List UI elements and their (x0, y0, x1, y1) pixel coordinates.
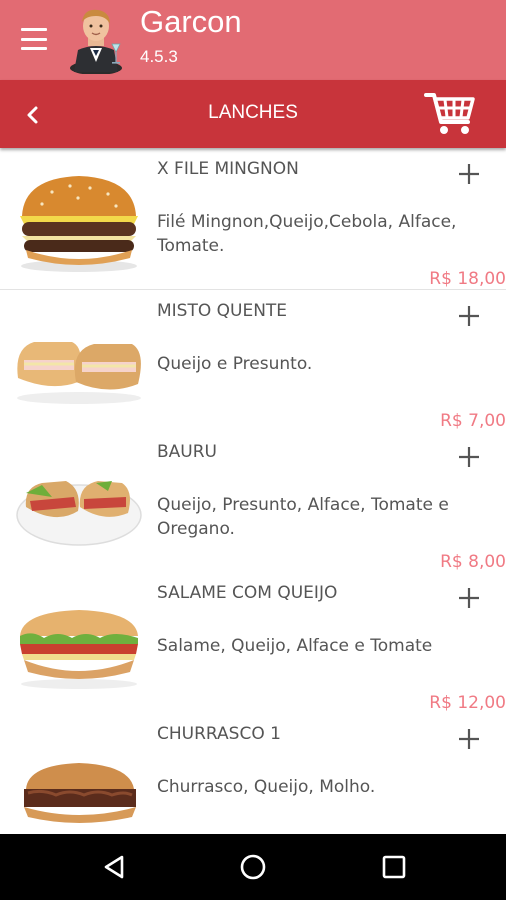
item-price: R$ 18,00 (429, 269, 506, 289)
list-item[interactable]: SALAME COM QUEIJO Salame, Queijo, Alface… (0, 572, 506, 714)
item-name: MISTO QUENTE (157, 301, 288, 321)
list-item[interactable]: BAURU Queijo, Presunto, Alface, Tomate e… (0, 431, 506, 573)
app-bar: Garcon 4.5.3 (0, 0, 506, 80)
app-version: 4.5.3 (140, 47, 178, 66)
churrasco-sandwich-image (24, 763, 136, 823)
add-icon[interactable] (455, 725, 483, 753)
system-navigation-bar (0, 834, 506, 900)
item-description: Churrasco, Queijo, Molho. (157, 777, 376, 797)
item-name: CHURRASCO 1 (157, 724, 281, 744)
list-item[interactable]: CHURRASCO 1 Churrasco, Queijo, Molho. (0, 713, 506, 834)
item-price: R$ 8,00 (440, 552, 506, 572)
item-name: BAURU (157, 442, 217, 462)
item-description: Queijo, Presunto, Alface, Tomate e Orega… (157, 495, 449, 539)
item-description: Queijo e Presunto. (157, 354, 313, 374)
item-price: R$ 12,00 (429, 693, 506, 713)
shopping-cart-icon[interactable] (424, 90, 476, 136)
nav-home-circle-icon[interactable] (238, 852, 268, 882)
item-name: X FILE MINGNON (157, 159, 299, 179)
item-description: Salame, Queijo, Alface e Tomate (157, 636, 433, 656)
salame-sandwich-image (20, 610, 138, 689)
item-description: Filé Mingnon,Queijo,Cebola, Alface, Toma… (157, 212, 457, 256)
product-list[interactable]: X FILE MINGNON Filé Mingnon,Queijo,Cebol… (0, 148, 506, 834)
misto-quente-image (17, 342, 141, 404)
burger-image (20, 176, 138, 272)
add-icon[interactable] (455, 443, 483, 471)
bauru-image (16, 481, 142, 546)
list-item[interactable]: X FILE MINGNON Filé Mingnon,Queijo,Cebol… (0, 148, 506, 290)
category-toolbar: LANCHES (0, 80, 506, 148)
hamburger-menu-icon[interactable] (21, 28, 47, 50)
item-price: R$ 7,00 (440, 411, 506, 431)
add-icon[interactable] (455, 302, 483, 330)
nav-recent-square-icon[interactable] (380, 853, 408, 881)
item-name: SALAME COM QUEIJO (157, 583, 338, 603)
waiter-avatar-icon (70, 9, 122, 74)
add-icon[interactable] (455, 584, 483, 612)
nav-back-triangle-icon[interactable] (100, 852, 130, 882)
add-icon[interactable] (455, 160, 483, 188)
app-title: Garcon (140, 4, 242, 39)
list-item[interactable]: MISTO QUENTE Queijo e Presunto. R$ 7,00 (0, 290, 506, 432)
